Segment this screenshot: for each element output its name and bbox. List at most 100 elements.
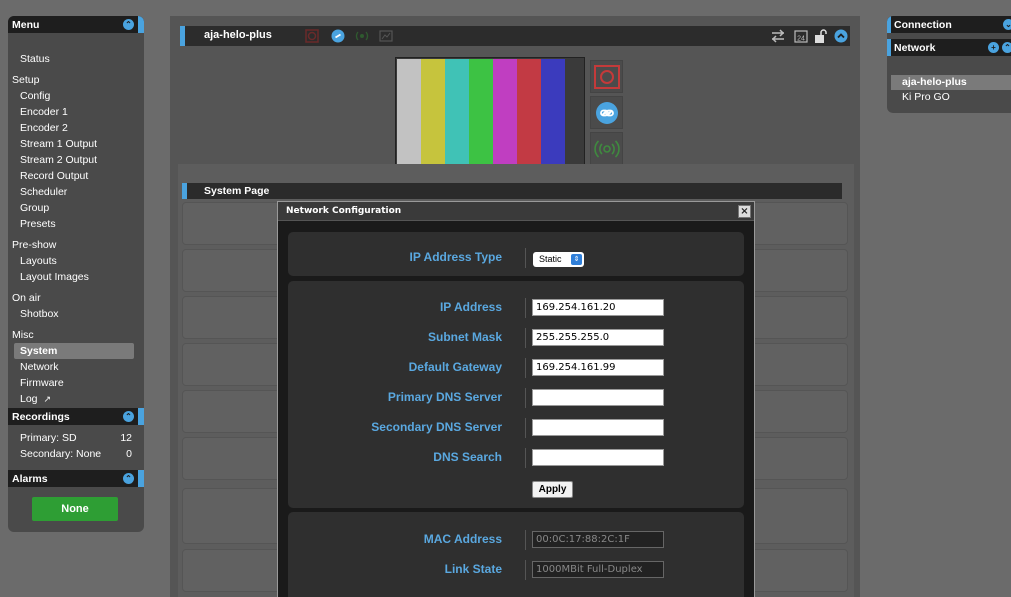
system-page-title: System Page bbox=[204, 185, 270, 197]
accent-bar bbox=[887, 39, 891, 56]
settings-sliders-icon[interactable] bbox=[771, 29, 785, 43]
menu-item[interactable]: System bbox=[14, 343, 134, 359]
field-input[interactable] bbox=[532, 419, 664, 436]
network-config-dialog: Network Configuration × IP Address Type … bbox=[277, 201, 755, 597]
menu-item[interactable]: Stream 1 Output bbox=[8, 136, 144, 152]
recordings-header[interactable]: Recordings ⌃ bbox=[8, 408, 144, 425]
accent-bar bbox=[138, 470, 144, 487]
menu-section[interactable]: On air bbox=[8, 290, 144, 306]
calendar-number: 24 bbox=[797, 36, 805, 43]
menu-header[interactable]: Menu ⌃ bbox=[8, 16, 144, 33]
color-bar bbox=[445, 59, 469, 165]
broadcast-icon bbox=[593, 139, 620, 158]
menu-section[interactable]: Pre-show bbox=[8, 237, 144, 253]
menu-item[interactable]: Layouts bbox=[8, 253, 144, 269]
menu-item-label: Layout Images bbox=[20, 271, 89, 283]
collapse-icon[interactable]: ⌃ bbox=[123, 473, 134, 484]
broadcast-icon[interactable] bbox=[355, 29, 369, 43]
recording-label: Primary: SD bbox=[20, 432, 77, 444]
menu-title: Menu bbox=[12, 18, 40, 31]
separator bbox=[525, 418, 526, 438]
accent-bar bbox=[180, 26, 185, 46]
separator bbox=[525, 388, 526, 408]
menu-item[interactable]: Status bbox=[8, 51, 144, 67]
field-label: Secondary DNS Server bbox=[371, 420, 502, 434]
collapse-icon[interactable] bbox=[834, 29, 848, 43]
menu-item[interactable]: Config bbox=[8, 88, 144, 104]
field-input[interactable]: 169.254.161.20 bbox=[532, 299, 664, 316]
calendar-24-icon[interactable]: 24 bbox=[794, 29, 808, 43]
field-input[interactable] bbox=[532, 449, 664, 466]
apply-button[interactable]: Apply bbox=[532, 481, 573, 498]
menu-section[interactable]: Setup bbox=[8, 72, 144, 88]
record-icon bbox=[593, 64, 620, 89]
network-title: Network bbox=[894, 41, 936, 54]
menu-item-label: Layouts bbox=[20, 255, 57, 267]
field-input[interactable]: 255.255.255.0 bbox=[532, 329, 664, 346]
menu-item-label: Misc bbox=[12, 329, 34, 341]
ip-settings-section: IP Address 169.254.161.20 Subnet Mask 255.2… bbox=[288, 281, 744, 508]
chevron-down-icon[interactable]: ⌄ bbox=[1003, 19, 1011, 30]
field-input[interactable] bbox=[532, 389, 664, 406]
menu-item-label: Log bbox=[20, 393, 38, 405]
unlock-icon[interactable] bbox=[814, 29, 828, 43]
network-device-item[interactable]: Ki Pro GO bbox=[891, 90, 1011, 105]
network-device-item[interactable]: aja-helo-plus bbox=[891, 75, 1011, 90]
menu-item[interactable]: Scheduler bbox=[8, 184, 144, 200]
menu-item[interactable]: Firmware bbox=[8, 375, 144, 391]
separator bbox=[525, 530, 526, 550]
stream-button[interactable] bbox=[590, 96, 623, 129]
field-label: Default Gateway bbox=[408, 360, 502, 374]
color-bar bbox=[541, 59, 565, 165]
menu-item[interactable]: Record Output bbox=[8, 168, 144, 184]
record-icon[interactable] bbox=[305, 29, 319, 43]
menu-item[interactable]: Stream 2 Output bbox=[8, 152, 144, 168]
record-button[interactable] bbox=[590, 60, 623, 93]
video-preview[interactable] bbox=[395, 57, 585, 166]
menu-item-label: Network bbox=[20, 361, 59, 373]
recording-row: Primary: SD 12 bbox=[20, 432, 132, 447]
field-input[interactable]: 169.254.161.99 bbox=[532, 359, 664, 376]
menu-item[interactable]: Group bbox=[8, 200, 144, 216]
monitor-icon[interactable] bbox=[379, 29, 393, 43]
system-page-header: System Page bbox=[182, 183, 842, 199]
external-link-icon: ↗ bbox=[43, 394, 52, 404]
collapse-icon[interactable]: ⌃ bbox=[123, 19, 134, 30]
menu-item-label: Stream 2 Output bbox=[20, 154, 98, 166]
connection-header[interactable]: Connection ⌄ bbox=[887, 16, 1011, 33]
collapse-icon[interactable]: ⌃ bbox=[1002, 42, 1011, 53]
alarms-header[interactable]: Alarms ⌃ bbox=[8, 470, 144, 487]
stream-icon[interactable] bbox=[331, 29, 345, 43]
menu-item[interactable]: Shotbox bbox=[8, 306, 144, 322]
device-toolbar: aja-helo-plus 24 bbox=[180, 26, 850, 46]
field-label: Primary DNS Server bbox=[387, 390, 502, 404]
menu-item[interactable]: Log ↗ bbox=[8, 391, 144, 407]
separator bbox=[525, 298, 526, 318]
menu-section[interactable]: Misc bbox=[8, 327, 144, 343]
ip-type-value: Static bbox=[539, 254, 562, 264]
separator bbox=[525, 358, 526, 378]
network-header[interactable]: Network + ⌃ bbox=[887, 39, 1011, 56]
close-icon[interactable]: × bbox=[738, 205, 751, 218]
menu-item-label: Setup bbox=[12, 74, 40, 86]
info-value: 1000MBit Full-Duplex bbox=[532, 561, 664, 578]
menu-item[interactable]: Layout Images bbox=[8, 269, 144, 285]
alarms-status-button[interactable]: None bbox=[32, 497, 118, 521]
info-label: MAC Address bbox=[423, 532, 502, 546]
menu-item[interactable]: Presets bbox=[8, 216, 144, 232]
menu-item-label: Firmware bbox=[20, 377, 64, 389]
menu-item-label: Encoder 1 bbox=[20, 106, 68, 118]
ip-type-select[interactable]: Static ⇕ bbox=[533, 252, 584, 267]
add-icon[interactable]: + bbox=[988, 42, 999, 53]
broadcast-button[interactable] bbox=[590, 132, 623, 165]
menu-item[interactable]: Encoder 2 bbox=[8, 120, 144, 136]
menu-item[interactable]: Encoder 1 bbox=[8, 104, 144, 120]
menu-item-label: On air bbox=[12, 292, 41, 304]
connection-title: Connection bbox=[894, 18, 952, 31]
ip-type-label: IP Address Type bbox=[409, 250, 502, 264]
menu-item[interactable]: Network bbox=[8, 359, 144, 375]
menu-item-label: Presets bbox=[20, 218, 56, 230]
collapse-icon[interactable]: ⌃ bbox=[123, 411, 134, 422]
color-bar bbox=[517, 59, 541, 165]
alarms-title: Alarms bbox=[12, 472, 48, 485]
